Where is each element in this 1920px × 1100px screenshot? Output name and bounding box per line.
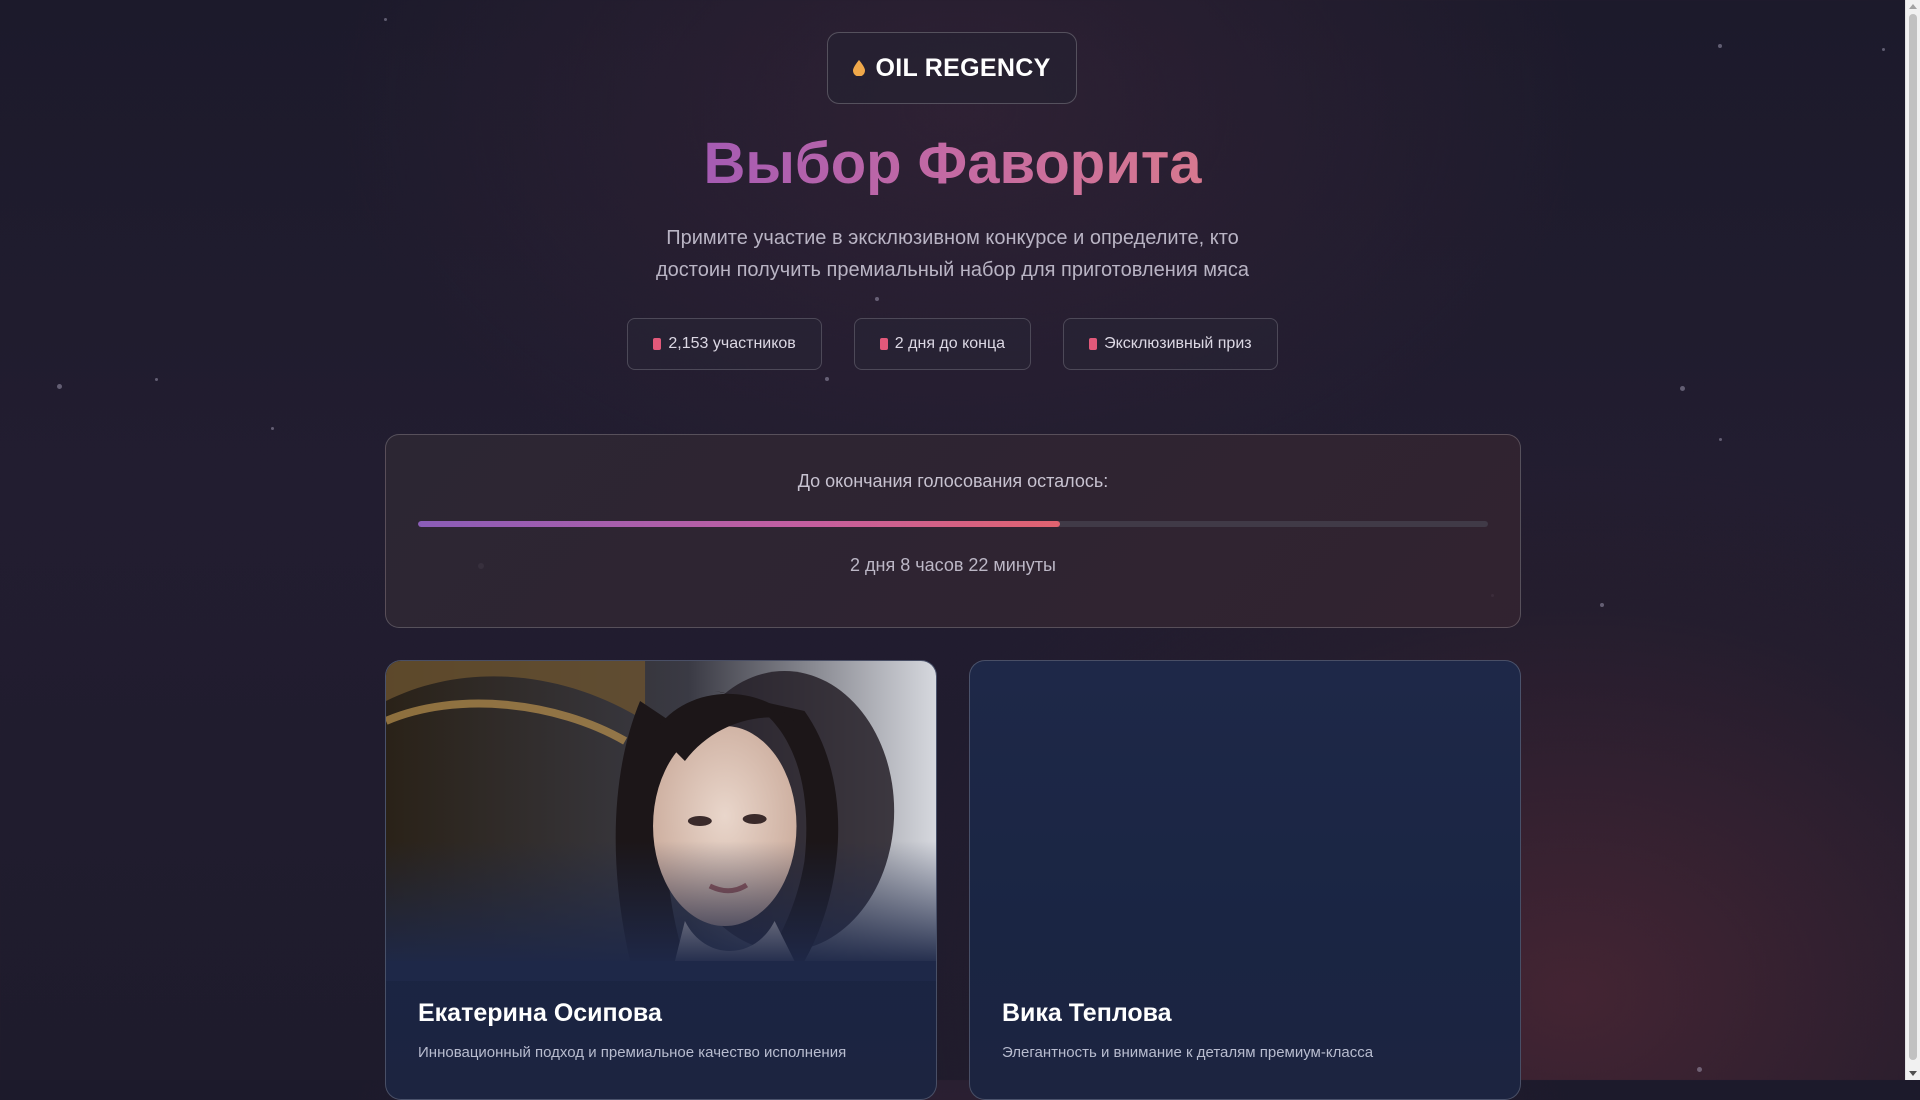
particle <box>1719 438 1722 441</box>
contestant-description: Элегантность и внимание к деталям премиу… <box>1002 1044 1374 1061</box>
particle <box>825 377 829 381</box>
voting-progress-fill <box>418 521 1060 527</box>
brand-name: OIL REGENCY <box>875 53 1051 82</box>
gift-icon <box>1089 338 1098 350</box>
contestant-description: Инновационный подход и премиальное качес… <box>418 1044 847 1061</box>
particle <box>1882 48 1885 51</box>
stat-time-left: 2 дня до конца <box>853 318 1032 370</box>
particle <box>1680 386 1685 391</box>
stat-label: 2 дня до конца <box>894 335 1006 352</box>
time-remaining: 2 дня 8 часов 22 минуты <box>850 555 1056 575</box>
clock-icon <box>879 338 888 350</box>
stat-label: Эксклюзивный приз <box>1104 335 1252 352</box>
particle <box>155 378 158 381</box>
particle <box>384 18 387 21</box>
scrollbar-thumb[interactable] <box>1909 14 1917 1060</box>
stats-row: 2,153 участников 2 дня до конца Эксклюзи… <box>0 318 1905 370</box>
contestant-card[interactable]: Вика Теплова Элегантность и внимание к д… <box>969 660 1521 1100</box>
oil-drop-icon <box>853 60 866 76</box>
page-title: Выбор Фаворита <box>703 131 1202 196</box>
users-icon <box>653 338 662 350</box>
particle <box>1697 1067 1702 1072</box>
stat-prize: Эксклюзивный приз <box>1063 318 1278 370</box>
scroll-up-arrow[interactable] <box>1909 4 1917 9</box>
contestant-card[interactable]: Екатерина Осипова Инновационный подход и… <box>385 660 937 1100</box>
voting-progress-bar <box>418 521 1488 527</box>
particle <box>1600 603 1604 607</box>
particle <box>271 427 274 430</box>
particle <box>57 384 62 389</box>
voting-timer-card: До окончания голосования осталось: 2 дня… <box>385 434 1521 628</box>
particle <box>875 297 879 301</box>
contestant-name: Екатерина Осипова <box>418 999 662 1027</box>
brand-logo[interactable]: OIL REGENCY <box>827 32 1077 104</box>
timer-label: До окончания голосования осталось: <box>797 471 1109 491</box>
stat-label: 2,153 участников <box>668 335 796 352</box>
photo-fade <box>386 841 936 981</box>
particle <box>1718 44 1722 48</box>
stat-participants: 2,153 участников <box>627 318 822 370</box>
page-subtitle: Примите участие в эксклюзивном конкурсе … <box>655 227 1250 281</box>
scroll-down-arrow[interactable] <box>1909 1071 1917 1076</box>
contestant-photo-placeholder <box>970 661 1520 961</box>
contestant-name: Вика Теплова <box>1002 999 1172 1027</box>
page-scrollbar[interactable] <box>1905 0 1920 1080</box>
